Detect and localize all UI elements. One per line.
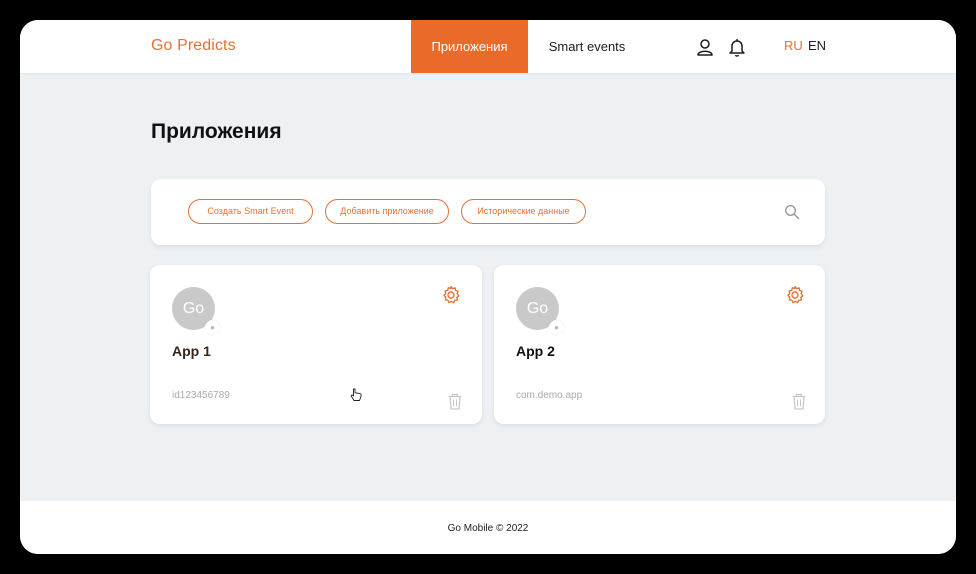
copyright-text: Go Mobile © 2022: [447, 523, 529, 534]
android-icon: ●: [549, 320, 564, 335]
language-ru[interactable]: RU: [784, 38, 803, 53]
logo[interactable]: Go Predicts: [151, 37, 236, 55]
page-title: Приложения: [151, 120, 282, 143]
nav-tab-smart-events[interactable]: Smart events: [532, 20, 642, 73]
bell-icon[interactable]: [727, 37, 747, 57]
app-name[interactable]: App 1: [172, 343, 211, 359]
apple-icon: ●: [205, 320, 220, 335]
nav-tab-applications[interactable]: Приложения: [411, 20, 528, 73]
gear-icon[interactable]: [785, 285, 805, 305]
historical-data-button[interactable]: Исторические данные: [461, 199, 586, 224]
footer: Go Mobile © 2022: [20, 501, 956, 554]
create-smart-event-button[interactable]: Создать Smart Event: [188, 199, 313, 224]
top-header: Go Predicts Приложения Smart events RU E…: [20, 20, 956, 73]
app-name[interactable]: App 2: [516, 343, 555, 359]
actions-toolbar: Создать Smart Event Добавить приложение …: [151, 179, 825, 245]
app-card[interactable]: Go ● App 2 com.demo.app: [494, 265, 825, 424]
app-id: com.demo.app: [516, 390, 583, 401]
user-icon[interactable]: [695, 37, 715, 57]
device-frame: Go Predicts Приложения Smart events RU E…: [0, 0, 976, 574]
search-icon[interactable]: [784, 204, 800, 220]
language-en[interactable]: EN: [808, 38, 826, 53]
trash-icon[interactable]: [791, 393, 807, 410]
trash-icon[interactable]: [447, 393, 463, 410]
add-app-button[interactable]: Добавить приложение: [325, 199, 449, 224]
gear-icon[interactable]: [441, 285, 461, 305]
app-id: id123456789: [172, 390, 230, 401]
app-card[interactable]: Go ● App 1 id123456789: [150, 265, 482, 424]
app-screen: Go Predicts Приложения Smart events RU E…: [20, 20, 956, 554]
hand-cursor-icon: [350, 388, 362, 401]
